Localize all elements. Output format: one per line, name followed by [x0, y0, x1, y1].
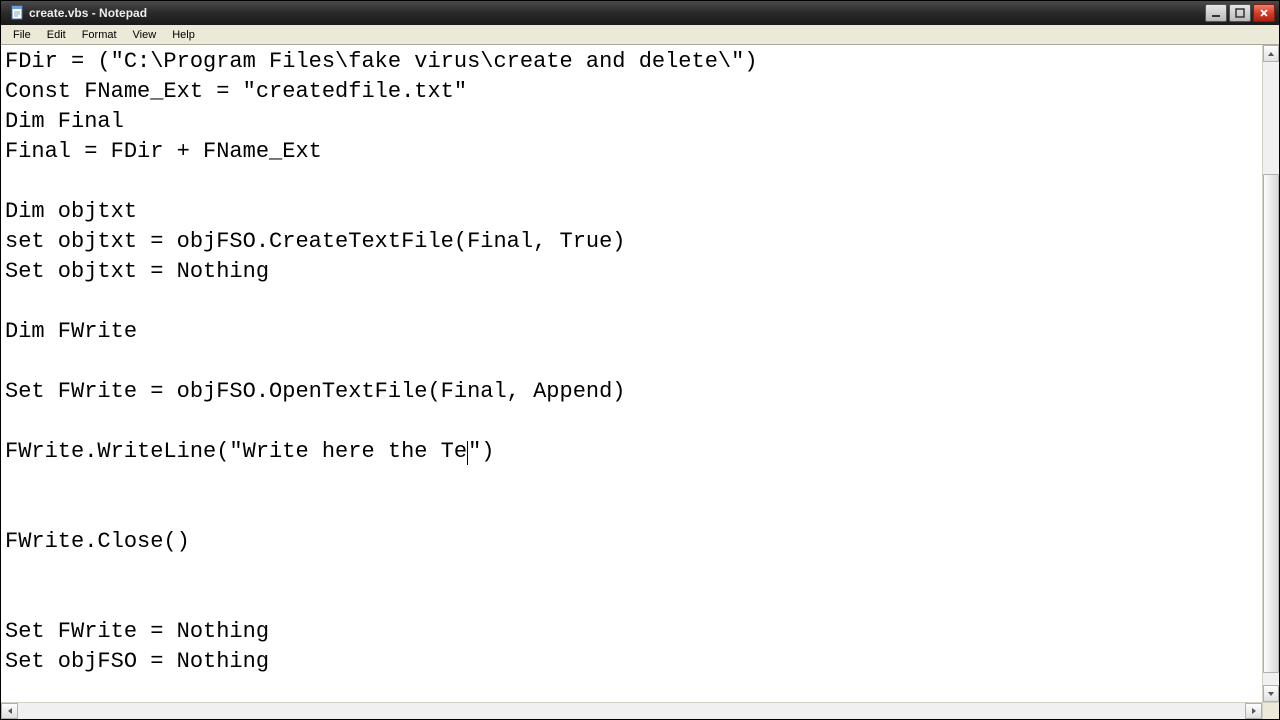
scroll-right-button[interactable] [1245, 703, 1262, 719]
close-button[interactable] [1253, 4, 1275, 22]
vertical-scrollbar[interactable] [1262, 45, 1279, 702]
window-title: create.vbs - Notepad [29, 6, 1205, 20]
scroll-corner [1262, 702, 1279, 719]
menu-format[interactable]: Format [74, 27, 125, 43]
menubar: File Edit Format View Help [1, 25, 1279, 45]
horizontal-scrollbar[interactable] [1, 702, 1262, 719]
menu-edit[interactable]: Edit [39, 27, 74, 43]
menu-view[interactable]: View [125, 27, 165, 43]
maximize-button[interactable] [1229, 4, 1251, 22]
menu-file[interactable]: File [5, 27, 39, 43]
notepad-icon [9, 5, 25, 21]
scroll-down-button[interactable] [1263, 685, 1279, 702]
menu-help[interactable]: Help [164, 27, 203, 43]
vertical-scroll-thumb[interactable] [1263, 174, 1279, 672]
app-window: create.vbs - Notepad File Edit Format Vi… [0, 0, 1280, 720]
scroll-up-button[interactable] [1263, 45, 1279, 62]
bottom-scroll-row [1, 702, 1279, 719]
text-caret [467, 441, 468, 465]
scroll-left-button[interactable] [1, 703, 18, 719]
editor-container: FDir = ("C:\Program Files\fake virus\cre… [1, 45, 1279, 702]
horizontal-scroll-track[interactable] [18, 703, 1245, 719]
minimize-button[interactable] [1205, 4, 1227, 22]
window-controls [1205, 4, 1275, 22]
text-editor[interactable]: FDir = ("C:\Program Files\fake virus\cre… [1, 45, 1262, 702]
titlebar[interactable]: create.vbs - Notepad [1, 1, 1279, 25]
vertical-scroll-track[interactable] [1263, 62, 1279, 685]
